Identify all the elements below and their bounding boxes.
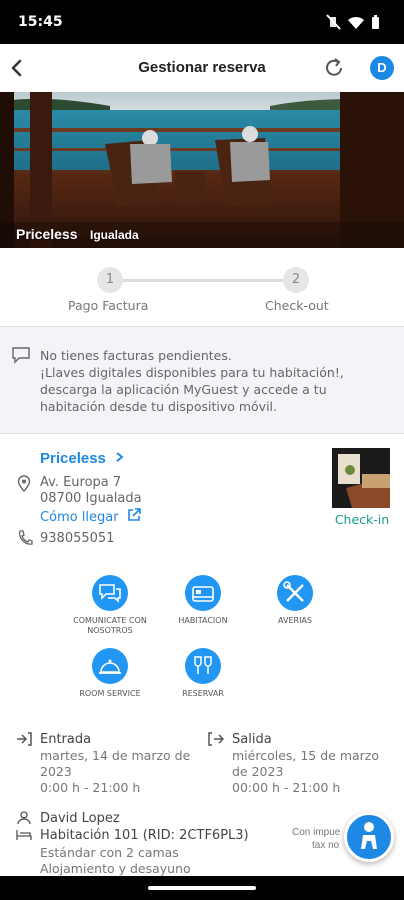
directions-link[interactable]: Cómo llegar [40,508,141,526]
tools-icon [283,581,304,602]
exit-icon [208,732,224,746]
salida-hours: 00:00 h - 21:00 h [232,780,341,795]
room-label: HABITACION [178,616,228,625]
app-bar: Gestionar reserva [0,44,404,92]
wifi-icon [348,16,364,29]
address-line-1: Av. Europa 7 [40,475,122,490]
stepper-line [110,279,296,282]
checkin-link[interactable]: Check-in [332,512,392,527]
contact-us-label: COMUNICATE CON NOSOTROS [73,616,147,635]
hero-city: Igualada [90,228,139,242]
address-line-2: 08700 Igualada [40,491,142,506]
assistant-fab[interactable] [344,812,394,862]
enter-icon [17,732,32,746]
contact-us-button[interactable] [92,575,128,611]
wine-glasses-icon [194,656,212,674]
reserve-button[interactable] [185,648,221,684]
directions-label: Cómo llegar [40,510,119,525]
notice-text: No tienes facturas pendientes. ¡Llaves d… [40,348,344,414]
assistant-figure-icon [361,822,377,849]
status-bar: 15:45 [0,0,404,44]
hotel-name-link[interactable]: Priceless [40,450,126,467]
room-service-label: ROOM SERVICE [79,689,141,698]
status-time: 15:45 [18,14,63,30]
board-type: Alojamiento y desayuno [40,861,191,876]
hero-photo [0,92,404,248]
status-icons [326,14,379,30]
mute-icon [326,14,341,30]
hotel-name: Priceless [40,450,106,467]
phone-icon [19,530,33,545]
system-nav-bar [0,876,404,900]
salida-label: Salida [232,732,272,747]
guest-name: David Lopez [40,811,120,826]
entrada-hours: 0:00 h - 21:00 h [40,780,141,795]
breakdowns-label: AVERIAS [278,616,312,625]
chevron-right-icon [116,452,124,462]
room-thumbnail[interactable] [332,448,390,508]
price-note-1: Con impue [292,827,341,838]
hotel-hero-image: Priceless Igualada [0,92,404,248]
bed-icon [192,586,214,602]
price-note-2: tax no [312,840,340,851]
step-2-circle: 2 [283,267,309,293]
step-2-label: Check-out [265,298,329,313]
breakdowns-button[interactable] [277,575,313,611]
battery-icon [372,15,379,29]
person-icon [17,811,31,825]
cloche-icon [99,659,121,674]
entrada-label: Entrada [40,732,92,747]
room-number: Habitación 101 (RID: 2CTF6PL3) [40,828,249,843]
hero-hotel-name: Priceless [16,226,78,242]
room-type: Estándar con 2 camas [40,845,179,860]
avatar[interactable]: D [370,56,394,80]
location-pin-icon [17,475,31,493]
salida-date: miércoles, 15 de marzo de 2023 [232,748,380,779]
room-button[interactable] [185,575,221,611]
reserve-label: RESERVAR [182,689,224,698]
refresh-icon[interactable] [323,57,345,79]
chat-bubbles-icon [99,584,121,603]
step-1-circle: 1 [97,267,123,293]
home-indicator[interactable] [148,886,256,890]
phone-number[interactable]: 938055051 [40,531,114,546]
bed-small-icon [16,830,32,840]
room-service-button[interactable] [92,648,128,684]
external-link-icon [128,508,141,521]
step-1-label: Pago Factura [68,298,149,313]
entrada-date: martes, 14 de marzo de 2023 [40,748,191,779]
message-icon [12,347,30,364]
notice-panel: No tienes facturas pendientes. ¡Llaves d… [0,326,404,434]
